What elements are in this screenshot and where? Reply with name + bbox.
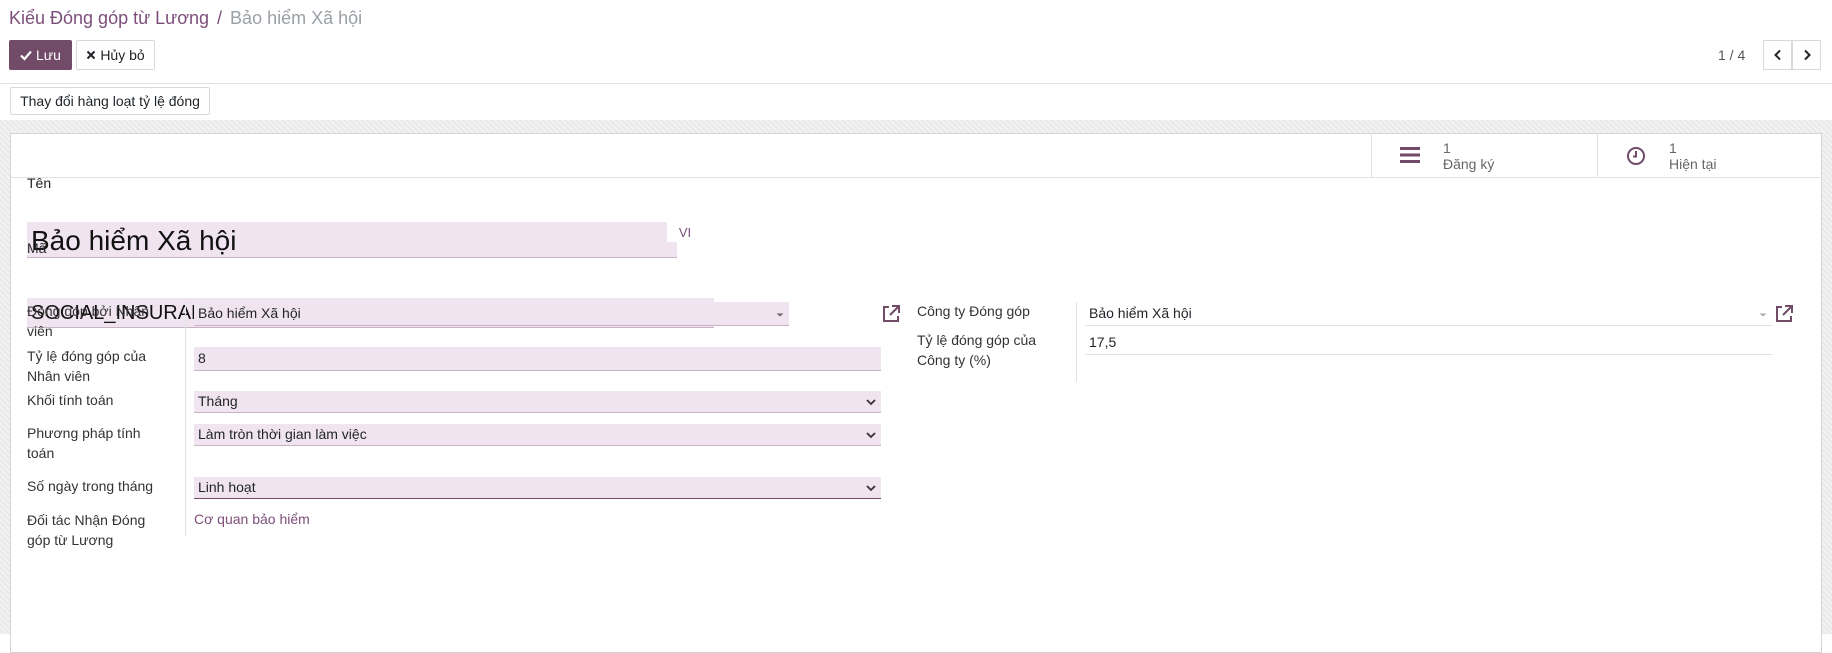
name-value: Bảo hiểm Xã hội [31,225,237,256]
form-action-bar [0,84,1832,120]
employee-contribution-label: Đóng góp bởi Nhân viên [27,303,150,339]
close-icon [87,50,96,60]
control-panel: Kiểu Đóng góp từ Lương / Bảo hiểm Xã hội L… [0,0,1832,83]
mass-change-rate-label: Thay đổi hàng loạt tỷ lệ đóng [20,93,200,109]
company-contribution-label: Công ty Đóng góp [917,303,1030,319]
current-label: Hiện tại [1669,156,1717,172]
chevron-down-icon [866,485,876,492]
computation-block-label: Khối tính toán [27,392,114,408]
pager-counter[interactable]: 1 / 4 [1718,47,1745,63]
days-in-month-select[interactable]: Linh hoạt [194,477,881,499]
chevron-right-icon [1803,49,1811,61]
save-button[interactable]: Lưu [9,40,72,70]
contribution-partner-label: Đối tác Nhận Đóng góp từ Lương [27,512,146,548]
days-in-month-value: Linh hoạt [198,479,256,495]
clock-icon [1627,147,1645,165]
save-button-label: Lưu [36,47,61,63]
company-rate-value: 17,5 [1089,334,1117,350]
employee-rate-value: 8 [198,350,206,366]
form-sheet: 1 Đăng ký 1 Hiện tại Tên Bảo hiểm Xã hội… [10,133,1822,653]
breadcrumb: Kiểu Đóng góp từ Lương / Bảo hiểm Xã hội [9,8,362,29]
list-icon [1400,147,1420,163]
pager-next-button[interactable] [1792,40,1821,70]
company-contribution-select[interactable]: Bảo hiểm Xã hội [1085,302,1772,326]
external-link-icon[interactable] [1774,304,1794,324]
registrations-label: Đăng ký [1443,156,1495,172]
mass-change-rate-button[interactable]: Thay đổi hàng loạt tỷ lệ đóng [10,87,210,115]
code-label: Mã [27,240,47,256]
days-in-month-label: Số ngày trong tháng [27,478,154,494]
company-rate-input[interactable]: 17,5 [1085,331,1772,355]
check-icon [20,50,32,61]
chevron-down-icon [866,432,876,439]
computation-method-label: Phương pháp tính toán [27,425,141,461]
translate-language-button[interactable]: VI [667,222,703,242]
cancel-button-label: Hủy bỏ [100,47,145,63]
contribution-partner-link[interactable]: Cơ quan bảo hiểm [194,511,310,527]
current-count: 1 [1669,140,1677,156]
name-input[interactable]: Bảo hiểm Xã hội [27,222,677,258]
company-rate-label: Tỷ lệ đóng góp của Công ty (%) [917,332,1037,368]
name-label: Tên [27,175,52,191]
smart-button-bar: 1 Đăng ký 1 Hiện tại [11,134,1821,178]
cancel-button[interactable]: Hủy bỏ [76,40,155,70]
computation-method-value: Làm tròn thời gian làm việc [198,426,367,442]
breadcrumb-current: Bảo hiểm Xã hội [230,8,363,28]
employee-rate-label: Tỷ lệ đóng góp của Nhân viên [27,348,147,384]
employee-rate-input[interactable]: 8 [194,347,881,371]
registrations-smart-button[interactable]: 1 Đăng ký [1371,134,1598,177]
computation-block-select[interactable]: Tháng [194,391,881,413]
registrations-count: 1 [1443,140,1451,156]
employee-contribution-select[interactable]: Bảo hiểm Xã hội [194,302,789,326]
employee-contribution-value: Bảo hiểm Xã hội [198,305,301,321]
current-smart-button[interactable]: 1 Hiện tại [1597,134,1824,177]
chevron-left-icon [1773,49,1781,61]
pager-previous-button[interactable] [1763,40,1792,70]
left-group-separator [185,302,186,536]
right-group-separator [1076,302,1077,382]
language-code: VI [678,224,692,240]
breadcrumb-separator: / [217,8,223,28]
chevron-down-icon [866,399,876,406]
computation-method-select[interactable]: Làm tròn thời gian làm việc [194,424,881,446]
dropdown-caret-icon [776,313,784,317]
external-link-icon[interactable] [881,304,901,324]
dropdown-caret-icon [1759,313,1767,317]
breadcrumb-parent-link[interactable]: Kiểu Đóng góp từ Lương [9,8,209,28]
company-contribution-value: Bảo hiểm Xã hội [1089,305,1192,321]
computation-block-value: Tháng [198,393,238,409]
